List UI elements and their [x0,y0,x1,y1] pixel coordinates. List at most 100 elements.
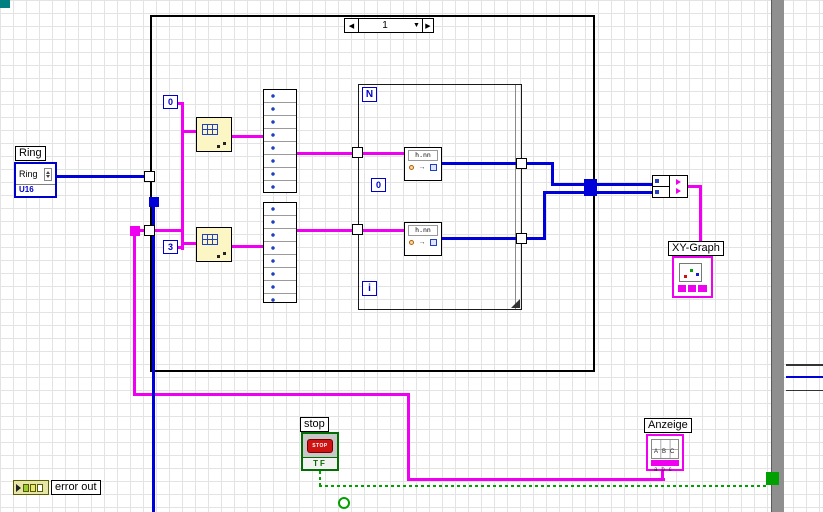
numeric-constant[interactable]: 0 [163,95,178,109]
stop-terminal[interactable]: STOP TF [301,432,339,471]
index-array-expanded-node[interactable] [263,89,297,193]
ring-terminal[interactable]: Ring U16 [14,162,57,198]
pink-wire-segment[interactable] [407,478,665,481]
error-out-terminal[interactable] [13,480,49,495]
ring-text: Ring [19,169,38,179]
pink-wire-segment[interactable] [297,229,404,232]
ring-spinner-icon [44,167,52,181]
array-dots-icon [223,252,226,255]
format-string-text: h.nn [408,225,438,236]
blue-wire-segment[interactable] [152,206,155,512]
number-dot-icon [409,165,414,170]
pink-wire-segment[interactable] [183,130,196,133]
error-cluster-icon [23,483,43,492]
for-loop-inner-border [515,85,516,309]
tunnel[interactable] [352,147,363,158]
graph-dot-blue [696,273,699,276]
stop-button-icon: STOP [307,438,333,453]
array-grid-icon [202,124,218,135]
error-out-label[interactable]: error out [51,480,101,495]
format-number-node[interactable]: h.nn → [404,147,442,181]
tunnel[interactable] [584,179,597,196]
stop-button-area: STOP [303,434,337,457]
bundle-input-cell [653,176,669,186]
mini-graph-icon [679,263,702,282]
ring-type-row: U16 [16,185,55,196]
boolean-wire-segment[interactable] [319,485,769,487]
xy-graph-label[interactable]: XY-Graph [668,241,724,256]
format-node-glyphs: → [408,164,438,171]
green-circle-fragment [338,497,350,509]
case-next-button[interactable]: ▶ [422,19,433,32]
pink-wire-segment[interactable] [155,229,183,232]
tunnel[interactable] [144,225,155,236]
numeric-constant[interactable]: 3 [163,240,178,254]
tunnel[interactable] [516,233,527,244]
array-dots-icon [223,142,226,145]
pink-arrow-icon [676,187,681,194]
stop-label[interactable]: stop [300,417,329,432]
pink-wire-segment[interactable] [232,135,263,138]
boolean-type-text: TF [303,457,337,469]
case-selector-value[interactable]: 1 [359,19,411,32]
tunnel[interactable] [516,158,527,169]
graph-dot-green [690,269,693,272]
pink-wire-segment[interactable] [297,152,404,155]
format-string-text: h.nn [408,150,438,161]
index-array-expanded-node[interactable] [263,202,297,303]
arrow-right-icon: → [418,239,426,246]
pink-arrow-icon [676,179,681,186]
bundle-node[interactable] [652,175,688,198]
format-number-node[interactable]: h.nn → [404,222,442,256]
ring-type-text: U16 [19,185,34,194]
pink-wire-segment[interactable] [181,102,184,250]
error-arrow-icon [16,483,21,492]
pink-wire-segment[interactable] [407,393,410,481]
for-loop-resize-handle[interactable] [511,299,520,308]
pink-wire-segment[interactable] [133,235,136,395]
case-selector[interactable]: ◀ 1 ▼ ▶ [344,18,434,33]
blue-wire-segment[interactable] [57,175,145,178]
case-prev-button[interactable]: ◀ [345,19,359,32]
array-square-icon [430,239,437,246]
pink-wire-segment[interactable] [183,242,196,245]
arrow-right-icon: → [418,164,426,171]
ring-label[interactable]: Ring [15,146,46,161]
bundle-output-icon [670,176,687,197]
boolean-wire-endpoint[interactable] [766,472,779,485]
array-function-node[interactable] [196,117,232,152]
case-down-button[interactable]: ▼ [411,19,422,32]
blue-wire-segment[interactable] [442,237,516,240]
xy-graph-terminal[interactable] [672,256,713,298]
anzeige-terminal[interactable]: ABC abc [646,434,684,473]
anzeige-label[interactable]: Anzeige [644,418,692,433]
blue-wire-segment[interactable] [543,193,546,240]
graph-dot-red [684,275,687,278]
offscreen-wire-fragment [786,376,823,378]
array-grid-icon [202,234,218,245]
blue-wire-segment[interactable] [551,183,652,186]
pink-wire-segment[interactable] [232,245,263,248]
number-dot-icon [409,240,414,245]
table-grid-icon: ABC abc [651,439,679,473]
blue-wire-segment[interactable] [527,162,554,165]
table-row-letters: abc [654,467,676,473]
string-type-strip [651,460,679,466]
wire-junction[interactable] [149,197,159,207]
block-diagram-canvas: ◀ 1 ▼ ▶ N i 0 3 0 h.nn → h.nn → Ring Rin… [0,0,823,512]
blue-wire-segment[interactable] [442,162,516,165]
array-function-node[interactable] [196,227,232,262]
bundle-input-cell [653,186,669,197]
window-edge-scrollbar[interactable] [771,0,784,512]
numeric-constant[interactable]: 0 [371,178,386,192]
tunnel[interactable] [144,171,155,182]
loop-count-terminal[interactable]: N [362,87,377,102]
for-loop[interactable] [358,84,522,310]
wire-junction[interactable] [130,226,140,236]
loop-iteration-terminal[interactable]: i [362,281,377,296]
bundle-inputs [653,176,670,197]
table-row-letters: ABC [654,449,679,455]
tunnel[interactable] [352,224,363,235]
pink-wire-segment[interactable] [133,393,410,396]
blue-wire-segment[interactable] [543,191,652,194]
